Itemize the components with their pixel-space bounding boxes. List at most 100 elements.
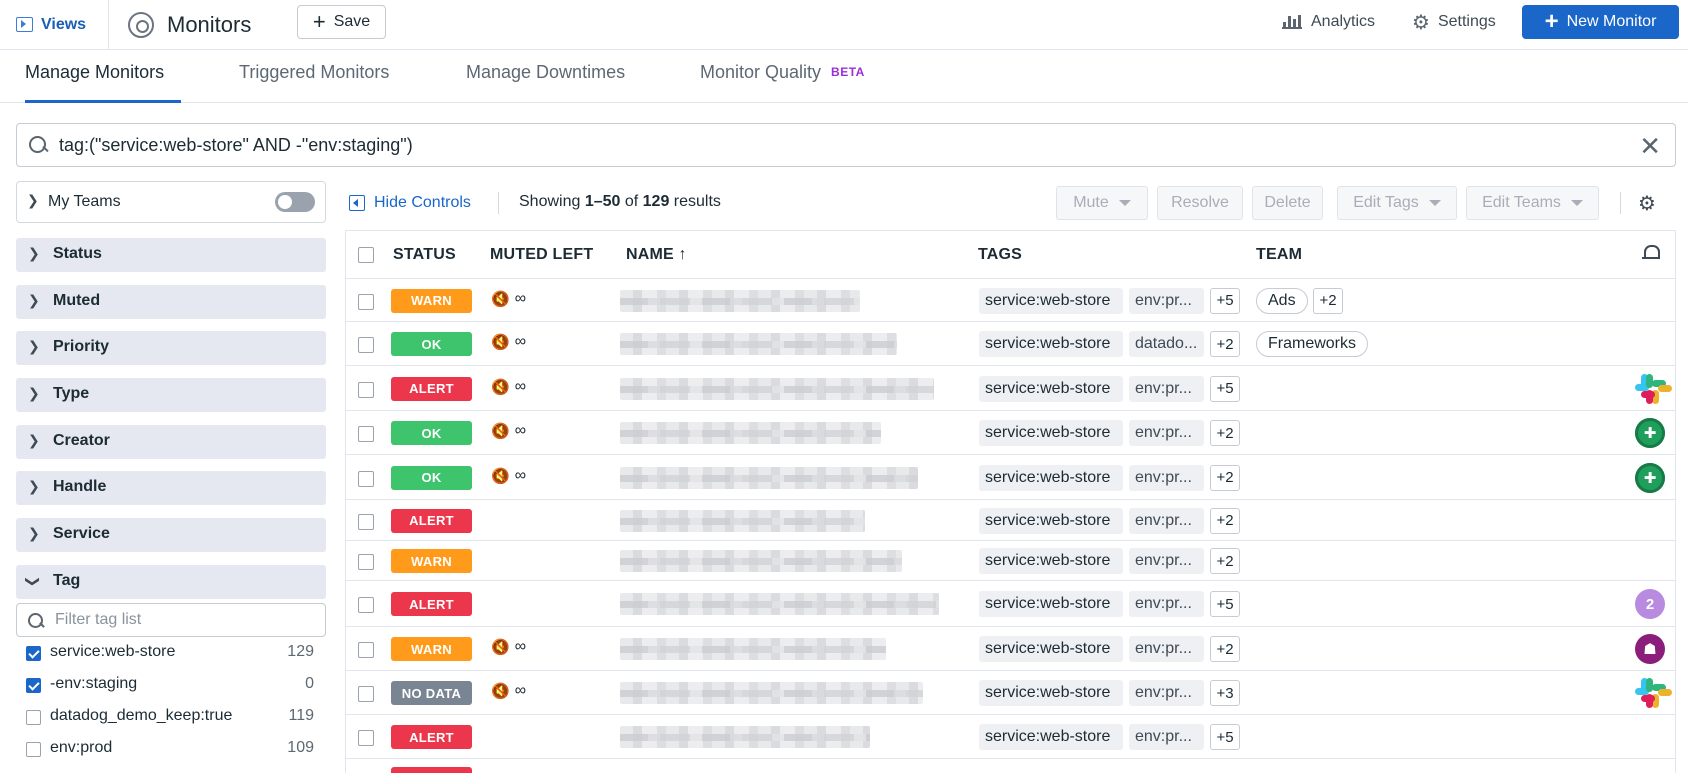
table-row[interactable]: OK 🔇 ∞ service:web-store env:pr... +2 ✚ bbox=[346, 455, 1675, 500]
tag-option-env-staging[interactable]: -env:staging 0 bbox=[26, 675, 326, 699]
monitor-name-redacted[interactable] bbox=[620, 466, 918, 489]
settings-link[interactable]: ⚙ Settings bbox=[1412, 8, 1496, 36]
bell-icon[interactable] bbox=[1642, 243, 1660, 263]
facet-status[interactable]: ❯ Status bbox=[16, 238, 326, 272]
more-tags-count[interactable]: +3 bbox=[1210, 680, 1240, 706]
monitor-name-redacted[interactable] bbox=[620, 377, 934, 400]
more-tags-count[interactable]: +2 bbox=[1210, 331, 1240, 357]
mute-button[interactable]: Mute bbox=[1056, 186, 1148, 220]
search-bar[interactable]: tag:("service:web-store" AND -"env:stagi… bbox=[16, 123, 1676, 167]
tab-manage-monitors[interactable]: Manage Monitors bbox=[25, 62, 181, 103]
close-icon[interactable]: ✕ bbox=[1639, 131, 1661, 162]
team-pill[interactable]: Frameworks bbox=[1256, 331, 1369, 357]
facet-handle[interactable]: ❯ Handle bbox=[16, 471, 326, 505]
analytics-link[interactable]: Analytics bbox=[1282, 8, 1375, 36]
checkbox[interactable] bbox=[26, 742, 41, 757]
tag-chip: service:web-store bbox=[979, 331, 1123, 357]
tab-manage-downtimes[interactable]: Manage Downtimes bbox=[466, 62, 625, 103]
table-row[interactable]: ALERT service:web-store env:pr... +5 bbox=[346, 715, 1675, 759]
monitor-name-redacted[interactable] bbox=[620, 638, 886, 660]
table-row[interactable]: NO DATA 🔇 ∞ service:web-store env:pr... +3 bbox=[346, 671, 1675, 715]
tag-option-service-web-store[interactable]: service:web-store 129 bbox=[26, 643, 326, 667]
table-row[interactable]: WARN 🔇 ∞ service:web-store env:pr... +2 ☗ bbox=[346, 627, 1675, 671]
facet-creator[interactable]: ❯ Creator bbox=[16, 425, 326, 459]
row-checkbox[interactable] bbox=[358, 686, 374, 702]
muted-left: 🔇 ∞ bbox=[491, 290, 526, 308]
checkbox-checked[interactable] bbox=[26, 678, 41, 693]
gear-icon[interactable]: ⚙ bbox=[1638, 191, 1656, 216]
row-checkbox[interactable] bbox=[358, 513, 374, 530]
table-row[interactable]: WARN service:web-store env:pr... +2 bbox=[346, 541, 1675, 581]
resolve-button[interactable]: Resolve bbox=[1157, 186, 1243, 220]
tag-option-env-prod[interactable]: env:prod 109 bbox=[26, 739, 326, 763]
monitor-name-redacted[interactable] bbox=[620, 333, 897, 355]
more-tags-count[interactable]: +5 bbox=[1210, 724, 1240, 750]
column-name[interactable]: NAME ↑ bbox=[626, 246, 687, 264]
column-muted-left[interactable]: MUTED LEFT bbox=[490, 246, 593, 264]
row-checkbox[interactable] bbox=[358, 470, 374, 487]
status-badge: ALERT bbox=[391, 376, 472, 401]
monitor-name-redacted[interactable] bbox=[620, 726, 870, 748]
table-row[interactable]: WARN 🔇 ∞ service:web-store env:pr... +5 Ads +2 bbox=[346, 279, 1675, 322]
table-row[interactable] bbox=[346, 759, 1675, 773]
facet-service[interactable]: ❯ Service bbox=[16, 518, 326, 552]
checkbox[interactable] bbox=[26, 710, 41, 725]
monitor-name-redacted[interactable] bbox=[620, 550, 902, 572]
monitor-name-redacted[interactable] bbox=[620, 593, 939, 615]
edit-teams-button[interactable]: Edit Teams bbox=[1466, 186, 1599, 220]
facet-type[interactable]: ❯ Type bbox=[16, 378, 326, 412]
row-checkbox[interactable] bbox=[358, 642, 374, 658]
column-team[interactable]: TEAM bbox=[1256, 246, 1302, 264]
monitor-name-redacted[interactable] bbox=[620, 682, 923, 704]
facet-tag[interactable]: ❯ Tag bbox=[16, 565, 326, 599]
table-row[interactable]: ALERT 🔇 ∞ service:web-store env:pr... +5 bbox=[346, 366, 1675, 411]
more-tags-count[interactable]: +2 bbox=[1210, 464, 1240, 491]
column-tags[interactable]: TAGS bbox=[978, 246, 1022, 264]
row-checkbox[interactable] bbox=[358, 426, 374, 442]
views-button[interactable]: Views bbox=[0, 0, 109, 49]
delete-button[interactable]: Delete bbox=[1252, 186, 1323, 220]
my-teams-filter[interactable]: ❯ My Teams bbox=[16, 181, 326, 223]
row-checkbox[interactable] bbox=[358, 337, 374, 353]
table-row[interactable]: OK 🔇 ∞ service:web-store datado... +2 Framewor… bbox=[346, 322, 1675, 366]
edit-tags-button[interactable]: Edit Tags bbox=[1337, 186, 1457, 220]
more-tags-count[interactable]: +2 bbox=[1210, 636, 1240, 662]
search-query[interactable]: tag:("service:web-store" AND -"env:stagi… bbox=[59, 135, 413, 156]
team-avatar: ✚ bbox=[1635, 418, 1665, 448]
team-pill[interactable]: Ads bbox=[1256, 287, 1308, 314]
table-row[interactable]: ALERT service:web-store env:pr... +2 bbox=[346, 500, 1675, 541]
more-tags-count[interactable]: +2 bbox=[1210, 548, 1240, 574]
column-status[interactable]: STATUS bbox=[393, 246, 456, 264]
my-teams-toggle[interactable] bbox=[275, 192, 315, 212]
row-checkbox[interactable] bbox=[358, 293, 374, 310]
table-header: STATUS MUTED LEFT NAME ↑ TAGS TEAM bbox=[346, 231, 1675, 279]
monitor-name-redacted[interactable] bbox=[620, 422, 881, 444]
table-row[interactable]: ALERT service:web-store env:pr... +5 2 bbox=[346, 581, 1675, 627]
row-checkbox[interactable] bbox=[358, 554, 374, 570]
tag-filter-input[interactable]: Filter tag list bbox=[16, 603, 326, 637]
facet-label: Priority bbox=[53, 338, 110, 355]
more-teams-count[interactable]: +2 bbox=[1313, 287, 1343, 314]
facet-muted[interactable]: ❯ Muted bbox=[16, 285, 326, 319]
monitor-name-redacted[interactable] bbox=[620, 509, 865, 532]
tab-label: Monitor Quality bbox=[700, 62, 822, 82]
row-checkbox[interactable] bbox=[358, 730, 374, 746]
tab-monitor-quality[interactable]: Monitor Quality BETA bbox=[700, 62, 865, 103]
hide-controls-button[interactable]: Hide Controls bbox=[349, 192, 471, 214]
more-tags-count[interactable]: +5 bbox=[1210, 375, 1240, 402]
more-tags-count[interactable]: +2 bbox=[1210, 507, 1240, 534]
facet-priority[interactable]: ❯ Priority bbox=[16, 331, 326, 365]
row-checkbox[interactable] bbox=[358, 597, 374, 613]
monitor-name-redacted[interactable] bbox=[620, 289, 860, 312]
more-tags-count[interactable]: +5 bbox=[1210, 591, 1240, 617]
select-all-checkbox[interactable] bbox=[358, 247, 374, 263]
save-button[interactable]: + Save bbox=[297, 5, 386, 39]
more-tags-count[interactable]: +2 bbox=[1210, 420, 1240, 446]
checkbox-checked[interactable] bbox=[26, 646, 41, 661]
tab-triggered-monitors[interactable]: Triggered Monitors bbox=[239, 62, 389, 103]
tag-option-datadog-demo-keep[interactable]: datadog_demo_keep:true 119 bbox=[26, 707, 326, 731]
row-checkbox[interactable] bbox=[358, 381, 374, 398]
new-monitor-button[interactable]: + New Monitor bbox=[1522, 5, 1679, 39]
table-row[interactable]: OK 🔇 ∞ service:web-store env:pr... +2 ✚ bbox=[346, 411, 1675, 455]
more-tags-count[interactable]: +5 bbox=[1210, 287, 1240, 314]
